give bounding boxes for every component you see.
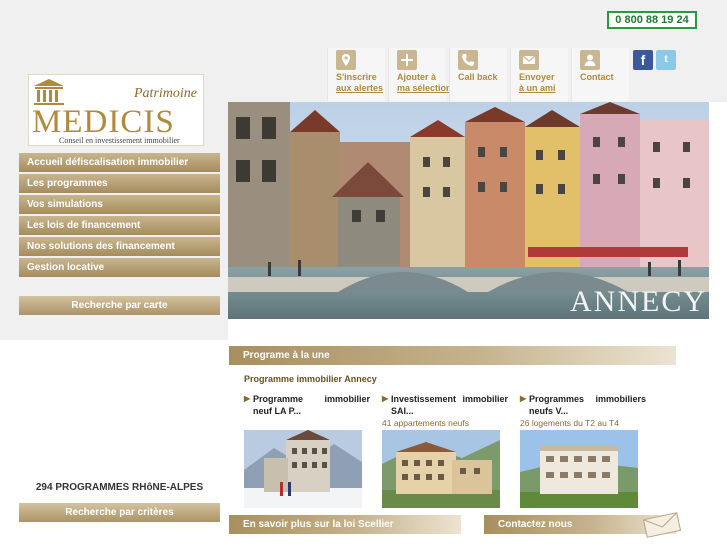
programme-count: 294 PROGRAMMES RHôNE-ALPES	[35, 482, 204, 493]
alerts-link[interactable]: S'inscrire aux alertes	[327, 48, 385, 101]
logo-name: MEDICIS	[32, 104, 175, 140]
envelope-icon	[642, 512, 682, 538]
alerts-link-line2: aux alertes	[336, 83, 384, 93]
location-pin-icon	[336, 50, 356, 70]
hero-banner: ANNECY	[228, 102, 709, 319]
callback-link[interactable]: Call back	[449, 48, 507, 101]
card-image[interactable]	[382, 430, 500, 508]
card-image[interactable]	[520, 430, 638, 508]
arrow-right-icon: ▶	[520, 394, 527, 403]
scellier-link[interactable]: En savoir plus sur la loi Scellier	[229, 515, 461, 534]
nav-item-gestion[interactable]: Gestion locative	[19, 258, 220, 277]
send-friend-link[interactable]: Envoyer à un ami	[510, 48, 568, 101]
twitter-icon[interactable]: t	[656, 50, 676, 70]
card-title-line2: neufs V...	[529, 406, 569, 416]
phone-icon	[458, 50, 478, 70]
arrow-right-icon: ▶	[382, 394, 389, 403]
card-subtitle	[244, 418, 370, 430]
nav-item-accueil[interactable]: Accueil défiscalisation immobilier	[19, 153, 220, 172]
nav-item-lois[interactable]: Les lois de financement	[19, 216, 220, 235]
send-friend-line2: à un ami	[519, 83, 556, 93]
programme-card[interactable]: ▶ Investissement immobilier SAI... 41 appa…	[382, 393, 508, 508]
nav-item-solutions[interactable]: Nos solutions des financement	[19, 237, 220, 256]
search-criteria-button[interactable]: Recherche par critères	[19, 503, 220, 522]
contact-line1: Contact	[580, 72, 614, 82]
card-title-line1: Programmes immobiliers	[529, 394, 646, 404]
card-subtitle: 41 appartements neufs	[382, 418, 469, 428]
card-title-line2: neuf LA P...	[253, 406, 302, 416]
add-selection-line1: Ajouter à	[397, 72, 437, 82]
temple-icon	[34, 79, 64, 105]
add-selection-line2: ma sélection	[397, 83, 452, 93]
phone-number[interactable]: 0 800 88 19 24	[607, 11, 697, 29]
programme-card[interactable]: ▶ Programmes immobiliers neufs V... 26 log…	[520, 393, 646, 508]
card-title-line1: Programme immobilier	[253, 394, 370, 404]
nav-item-programmes[interactable]: Les programmes	[19, 174, 220, 193]
logo[interactable]: Patrimoine MEDICIS Conseil en investisse…	[28, 74, 204, 146]
callback-line1: Call back	[458, 72, 498, 82]
card-title-line2: SAI...	[391, 406, 414, 416]
programme-card[interactable]: ▶ Programme immobilier neuf LA P...	[244, 393, 370, 508]
add-selection-link[interactable]: Ajouter à ma sélection	[388, 48, 452, 101]
search-map-button[interactable]: Recherche par carte	[19, 296, 220, 315]
featured-title[interactable]: Programme immobilier Annecy	[244, 374, 377, 384]
card-subtitle: 26 logements du T2 au T4	[520, 418, 619, 428]
nav-item-simulations[interactable]: Vos simulations	[19, 195, 220, 214]
logo-patrimoine: Patrimoine	[134, 86, 197, 101]
featured-bar: Programe à la une	[229, 346, 676, 365]
hero-city-title: ANNECY	[570, 285, 707, 318]
user-icon	[580, 50, 600, 70]
card-title-line1: Investissement immobilier	[391, 394, 508, 404]
facebook-icon[interactable]: f	[633, 50, 653, 70]
arrow-right-icon: ▶	[244, 394, 251, 403]
contact-link[interactable]: Contact	[571, 48, 629, 101]
envelope-icon	[519, 50, 539, 70]
alerts-link-line1: S'inscrire	[336, 72, 377, 82]
plus-icon	[397, 50, 417, 70]
logo-tagline: Conseil en investissement immobilier	[59, 136, 180, 145]
sidebar-nav: Accueil défiscalisation immobilier Les p…	[19, 153, 220, 279]
card-image[interactable]	[244, 430, 362, 508]
send-friend-line1: Envoyer	[519, 72, 555, 82]
